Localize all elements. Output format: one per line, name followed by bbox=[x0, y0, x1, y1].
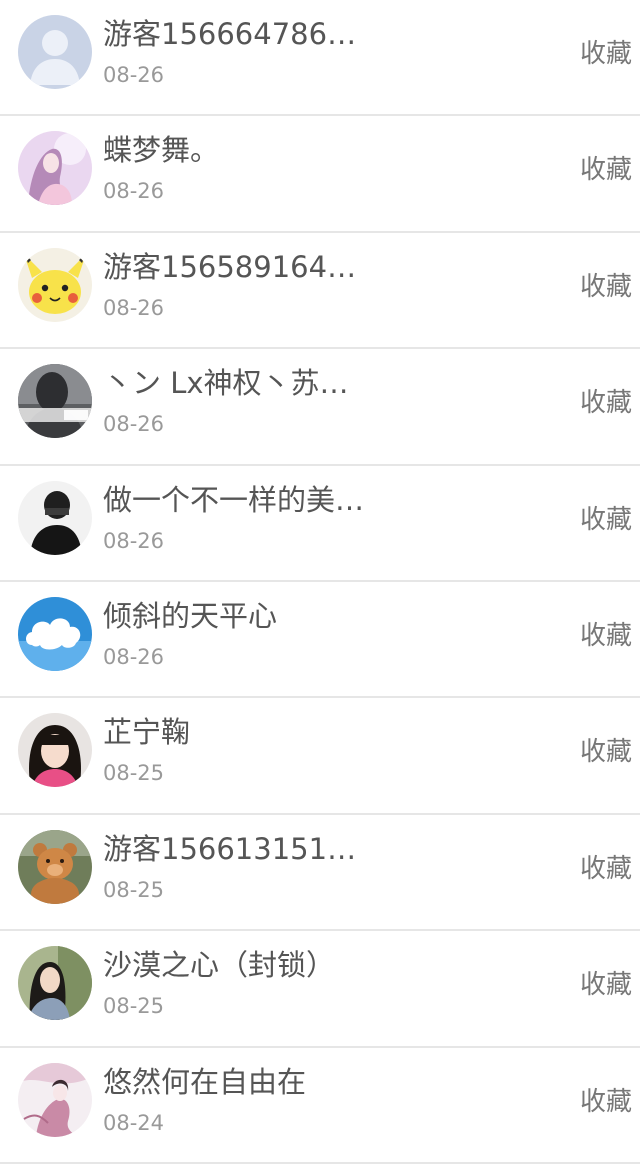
list-item[interactable]: 倾斜的天平心 08-26 收藏 bbox=[0, 581, 640, 699]
user-name[interactable]: 游客1565891647… bbox=[103, 247, 373, 287]
masked-man-avatar[interactable] bbox=[18, 480, 92, 555]
list-item[interactable]: 芷宁鞠 08-25 收藏 bbox=[0, 698, 640, 815]
cloud-avatar[interactable] bbox=[18, 596, 92, 671]
list-item[interactable]: 游客1566647864… 08-26 收藏 bbox=[0, 0, 640, 117]
ink-painting-avatar[interactable] bbox=[18, 1062, 92, 1137]
list-item[interactable]: 做一个不一样的美… 08-26 收藏 bbox=[0, 465, 640, 582]
user-name[interactable]: 芷宁鞠 bbox=[103, 712, 373, 752]
follow-date: 08-25 bbox=[103, 761, 165, 786]
follow-date: 08-26 bbox=[103, 644, 165, 669]
list-item[interactable]: 游客1566131519… 08-25 收藏 bbox=[0, 814, 640, 932]
user-name[interactable]: 做一个不一样的美… bbox=[103, 480, 373, 520]
follow-date: 08-26 bbox=[103, 63, 165, 87]
list-item[interactable]: 丶ン Lx神权丶苏墨… 08-26 收藏 bbox=[0, 349, 640, 466]
user-name[interactable]: 倾斜的天平心 bbox=[103, 596, 373, 636]
default-user-avatar[interactable] bbox=[18, 15, 92, 89]
anime-girl-avatar[interactable] bbox=[18, 131, 92, 206]
follow-date: 08-24 bbox=[103, 1110, 165, 1135]
follow-date: 08-26 bbox=[103, 412, 165, 437]
pikachu-avatar[interactable] bbox=[18, 247, 92, 322]
user-name[interactable]: 悠然何在自由在 bbox=[103, 1062, 373, 1102]
girl-portrait-avatar[interactable] bbox=[18, 713, 92, 788]
dark-photo-avatar[interactable] bbox=[18, 364, 92, 439]
favorite-button[interactable]: 收藏 bbox=[580, 732, 632, 772]
favorite-button[interactable]: 收藏 bbox=[580, 383, 632, 423]
favorite-button[interactable]: 收藏 bbox=[580, 849, 632, 889]
follow-date: 08-26 bbox=[103, 528, 165, 553]
user-name[interactable]: 游客1566131519… bbox=[103, 829, 373, 869]
user-name[interactable]: 蝶梦舞。 bbox=[103, 130, 373, 170]
user-name[interactable]: 游客1566647864… bbox=[103, 14, 373, 54]
follow-date: 08-25 bbox=[103, 994, 165, 1019]
user-name[interactable]: 丶ン Lx神权丶苏墨… bbox=[103, 363, 373, 403]
follow-date: 08-26 bbox=[103, 179, 165, 204]
follower-list: 游客1566647864… 08-26 收藏 蝶梦舞。 08-26 收藏 游客1… bbox=[0, 0, 640, 1164]
list-item[interactable]: 沙漠之心（封锁） 08-25 收藏 bbox=[0, 931, 640, 1048]
favorite-button[interactable]: 收藏 bbox=[580, 267, 632, 307]
follow-date: 08-25 bbox=[103, 877, 165, 902]
follow-date: 08-26 bbox=[103, 295, 165, 320]
favorite-button[interactable]: 收藏 bbox=[580, 1082, 632, 1122]
favorite-button[interactable]: 收藏 bbox=[580, 150, 632, 190]
list-item[interactable]: 蝶梦舞。 08-26 收藏 bbox=[0, 116, 640, 233]
user-name[interactable]: 沙漠之心（封锁） bbox=[103, 945, 373, 985]
favorite-button[interactable]: 收藏 bbox=[580, 965, 632, 1005]
favorite-button[interactable]: 收藏 bbox=[580, 616, 632, 656]
girl-outdoor-avatar[interactable] bbox=[18, 946, 92, 1021]
list-item[interactable]: 悠然何在自由在 08-24 收藏 bbox=[0, 1047, 640, 1164]
favorite-button[interactable]: 收藏 bbox=[580, 34, 632, 74]
favorite-button[interactable]: 收藏 bbox=[580, 500, 632, 540]
list-item[interactable]: 游客1565891647… 08-26 收藏 bbox=[0, 232, 640, 350]
teddy-bear-avatar[interactable] bbox=[18, 829, 92, 904]
